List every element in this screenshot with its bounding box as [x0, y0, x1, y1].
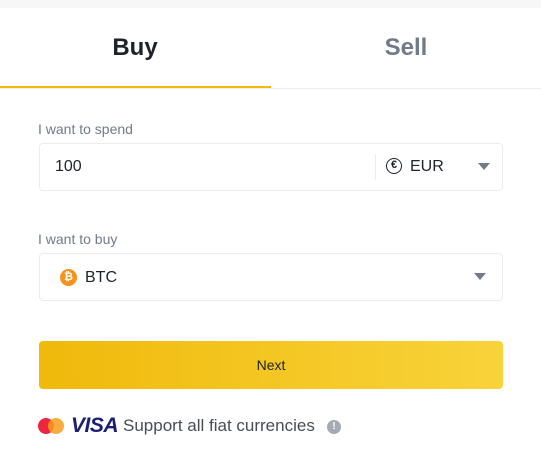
chevron-down-icon	[474, 273, 486, 280]
info-icon[interactable]: !	[327, 420, 341, 434]
crypto-label: BTC	[85, 269, 117, 286]
fiat-currency-select[interactable]: € EUR	[376, 144, 502, 190]
top-strip	[0, 0, 541, 8]
fiat-currency-label: EUR	[410, 158, 444, 175]
buy-sell-tabs: Buy Sell	[0, 8, 541, 89]
euro-icon: €	[386, 158, 402, 174]
mastercard-icon	[38, 418, 64, 434]
active-tab-indicator	[0, 86, 271, 88]
next-button[interactable]: Next	[39, 341, 503, 389]
spend-field: € EUR	[39, 143, 503, 191]
payment-support-row: VISA Support all fiat currencies !	[38, 414, 358, 438]
visa-logo: VISA	[71, 414, 119, 437]
crypto-select[interactable]: ₿ BTC	[39, 253, 503, 301]
tab-sell[interactable]: Sell	[271, 8, 541, 88]
bitcoin-icon: ₿	[60, 269, 77, 286]
support-text: Support all fiat currencies	[123, 416, 315, 435]
chevron-down-icon	[478, 163, 490, 170]
tab-buy[interactable]: Buy	[0, 8, 270, 88]
buy-label: I want to buy	[38, 231, 118, 247]
spend-label: I want to spend	[38, 121, 133, 137]
spend-amount-input[interactable]	[55, 144, 355, 190]
